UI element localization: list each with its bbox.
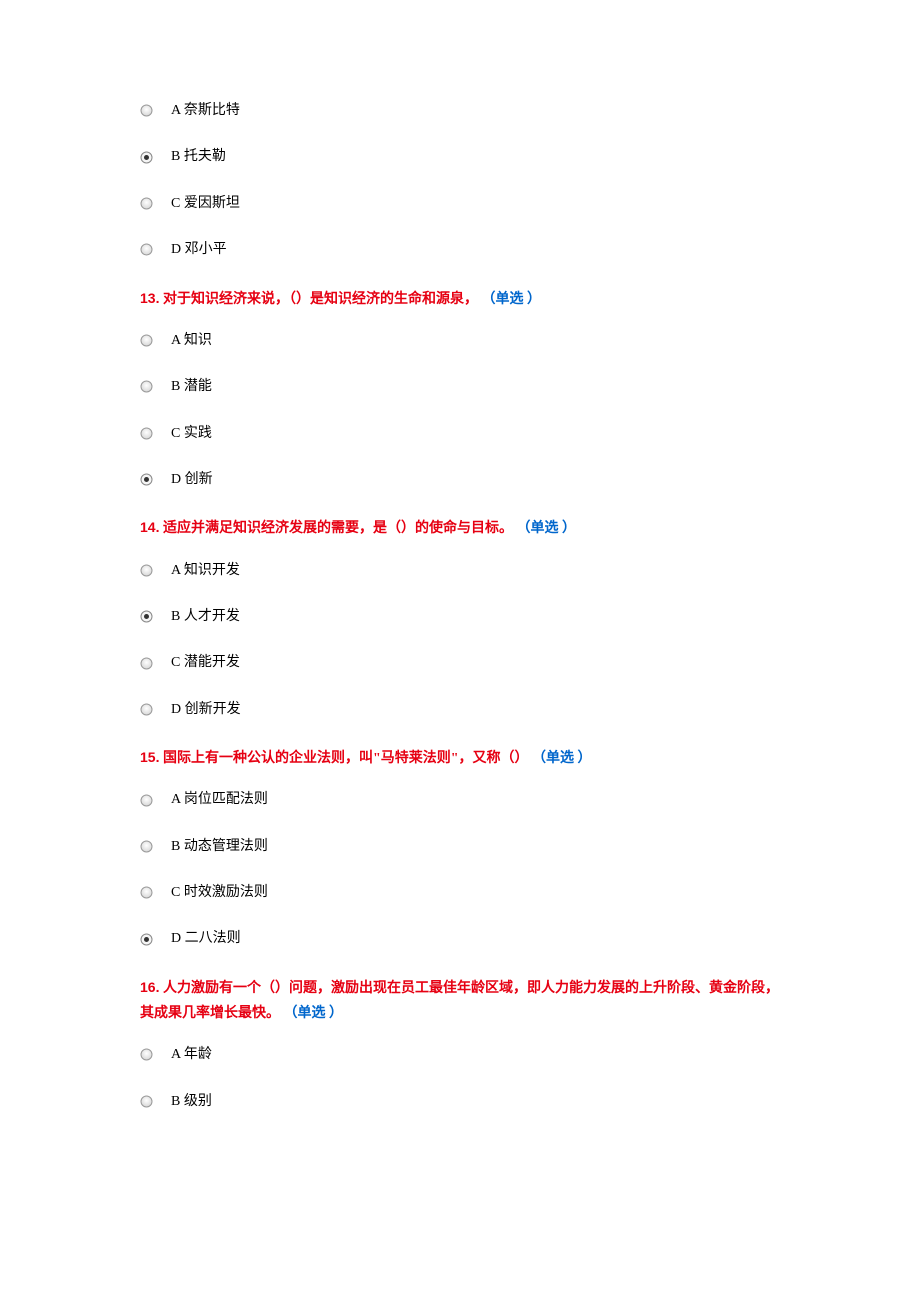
option-label: C 时效激励法则 bbox=[171, 882, 268, 904]
question-prompt: 15. 国际上有一种公认的企业法则，叫"马特莱法则"，又称（） （单选 ） bbox=[140, 745, 780, 771]
radio-selected-icon[interactable] bbox=[140, 146, 171, 168]
option-row[interactable]: C 爱因斯坦 bbox=[140, 193, 780, 215]
option-label: B 人才开发 bbox=[171, 606, 240, 628]
radio-unselected-icon[interactable] bbox=[140, 100, 171, 122]
radio-unselected-icon[interactable] bbox=[140, 836, 171, 858]
radio-unselected-icon[interactable] bbox=[140, 330, 171, 352]
option-label: D 创新 bbox=[171, 469, 213, 491]
option-label: A 知识开发 bbox=[171, 560, 240, 582]
option-row[interactable]: B 动态管理法则 bbox=[140, 836, 780, 858]
option-row[interactable]: D 二八法则 bbox=[140, 928, 780, 950]
option-row[interactable]: B 级别 bbox=[140, 1091, 780, 1113]
question-text: 对于知识经济来说，（）是知识经济的生命和源泉， bbox=[163, 292, 478, 307]
option-row[interactable]: A 奈斯比特 bbox=[140, 100, 780, 122]
option-row[interactable]: D 创新 bbox=[140, 469, 780, 491]
option-label: C 爱因斯坦 bbox=[171, 193, 240, 215]
option-label: D 邓小平 bbox=[171, 239, 227, 261]
question-text: 人力激励有一个（）问题，激励出现在员工最佳年龄区域，即人力能力发展的上升阶段、黄… bbox=[140, 981, 779, 1021]
question-type: （单选 ） bbox=[481, 292, 541, 307]
option-label: A 奈斯比特 bbox=[171, 100, 240, 122]
radio-unselected-icon[interactable] bbox=[140, 1044, 171, 1066]
option-row[interactable]: C 潜能开发 bbox=[140, 652, 780, 674]
quiz-content: A 奈斯比特 B 托夫勒 C 爱因斯坦 D 邓小平 13. 对于知识经济来说，（）是知识… bbox=[140, 100, 780, 1113]
radio-unselected-icon[interactable] bbox=[140, 789, 171, 811]
radio-unselected-icon[interactable] bbox=[140, 560, 171, 582]
option-row[interactable]: B 托夫勒 bbox=[140, 146, 780, 168]
option-label: B 托夫勒 bbox=[171, 146, 226, 168]
question-text: 适应并满足知识经济发展的需要，是（）的使命与目标。 bbox=[163, 521, 513, 536]
option-label: C 实践 bbox=[171, 423, 212, 445]
radio-selected-icon[interactable] bbox=[140, 469, 171, 491]
option-label: B 动态管理法则 bbox=[171, 836, 268, 858]
question-prompt: 14. 适应并满足知识经济发展的需要，是（）的使命与目标。 （单选 ） bbox=[140, 515, 780, 541]
option-label: B 潜能 bbox=[171, 376, 212, 398]
radio-unselected-icon[interactable] bbox=[140, 423, 171, 445]
radio-unselected-icon[interactable] bbox=[140, 239, 171, 261]
question-type: （单选 ） bbox=[516, 521, 576, 536]
question-type: （单选 ） bbox=[284, 1006, 344, 1021]
option-row[interactable]: B 人才开发 bbox=[140, 606, 780, 628]
option-row[interactable]: A 知识 bbox=[140, 330, 780, 352]
radio-unselected-icon[interactable] bbox=[140, 652, 171, 674]
radio-selected-icon[interactable] bbox=[140, 928, 171, 950]
question-number: 13. bbox=[140, 290, 159, 306]
option-row[interactable]: D 创新开发 bbox=[140, 699, 780, 721]
option-label: A 岗位匹配法则 bbox=[171, 789, 268, 811]
question-number: 14. bbox=[140, 519, 159, 535]
radio-unselected-icon[interactable] bbox=[140, 193, 171, 215]
question-text: 国际上有一种公认的企业法则，叫"马特莱法则"，又称（） bbox=[163, 751, 529, 766]
radio-unselected-icon[interactable] bbox=[140, 699, 171, 721]
radio-unselected-icon[interactable] bbox=[140, 376, 171, 398]
radio-selected-icon[interactable] bbox=[140, 606, 171, 628]
question-type: （单选 ） bbox=[532, 751, 592, 766]
radio-unselected-icon[interactable] bbox=[140, 1091, 171, 1113]
option-label: B 级别 bbox=[171, 1091, 212, 1113]
option-row[interactable]: A 知识开发 bbox=[140, 560, 780, 582]
question-prompt: 13. 对于知识经济来说，（）是知识经济的生命和源泉， （单选 ） bbox=[140, 286, 780, 312]
option-row[interactable]: D 邓小平 bbox=[140, 239, 780, 261]
option-row[interactable]: A 岗位匹配法则 bbox=[140, 789, 780, 811]
option-label: D 二八法则 bbox=[171, 928, 241, 950]
option-row[interactable]: C 时效激励法则 bbox=[140, 882, 780, 904]
option-label: C 潜能开发 bbox=[171, 652, 240, 674]
option-label: A 知识 bbox=[171, 330, 212, 352]
option-label: A 年龄 bbox=[171, 1044, 212, 1066]
option-row[interactable]: C 实践 bbox=[140, 423, 780, 445]
question-number: 15. bbox=[140, 749, 159, 765]
radio-unselected-icon[interactable] bbox=[140, 882, 171, 904]
question-prompt: 16. 人力激励有一个（）问题，激励出现在员工最佳年龄区域，即人力能力发展的上升… bbox=[140, 975, 780, 1026]
option-label: D 创新开发 bbox=[171, 699, 241, 721]
question-number: 16. bbox=[140, 979, 159, 995]
option-row[interactable]: A 年龄 bbox=[140, 1044, 780, 1066]
option-row[interactable]: B 潜能 bbox=[140, 376, 780, 398]
